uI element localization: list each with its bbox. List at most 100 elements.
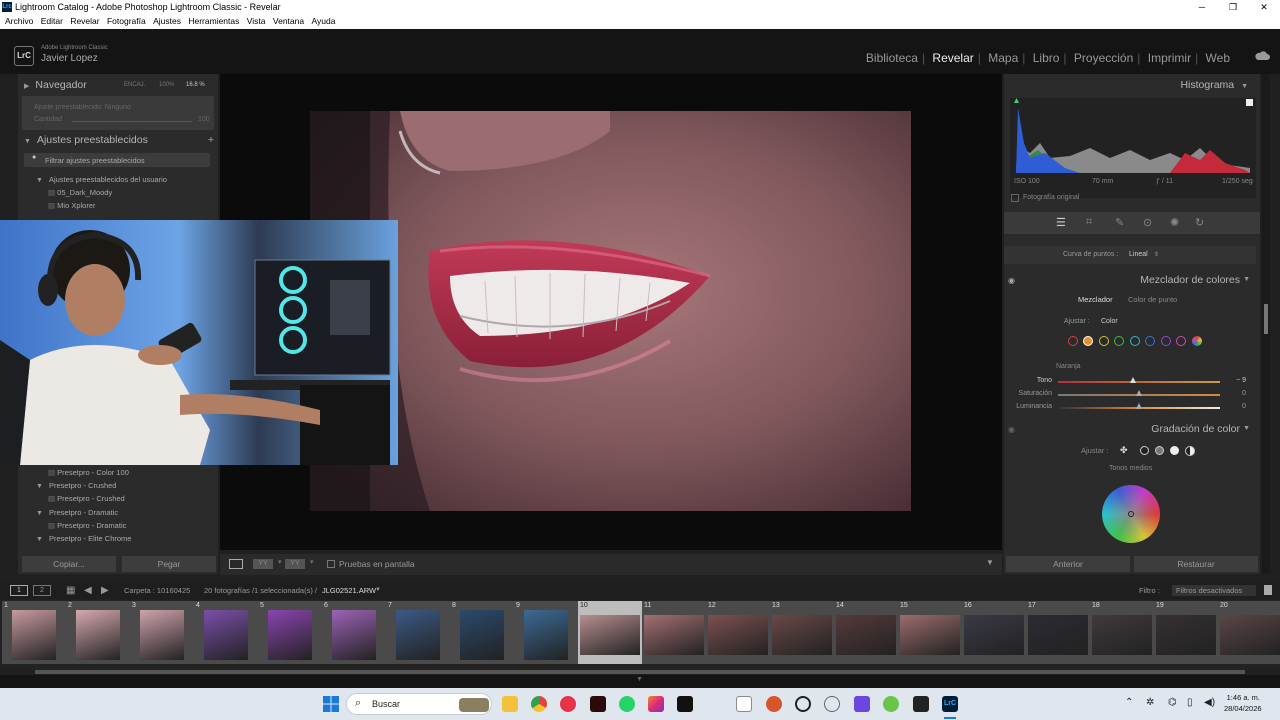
grid-icon[interactable]: ▦ xyxy=(66,582,75,599)
swatch-aqua[interactable] xyxy=(1130,336,1140,346)
masking-icon[interactable]: ✺ xyxy=(1170,216,1179,229)
preset-item[interactable]: ▤ 05_Dark_Moody xyxy=(48,188,112,197)
zoom-fit[interactable]: ENCAJ. xyxy=(124,76,145,94)
three-way-icon[interactable]: ✤ xyxy=(1120,445,1128,456)
filmstrip-thumbnail[interactable]: 18 xyxy=(1090,601,1154,664)
copy-button[interactable]: Copiar... xyxy=(22,556,116,572)
filmstrip-thumbnail[interactable]: 10 xyxy=(578,601,642,664)
clock-time[interactable]: 1:46 a. m. xyxy=(1226,693,1260,702)
healing-icon[interactable]: ✎ xyxy=(1115,216,1124,229)
filmstrip-thumbnail[interactable]: 2 xyxy=(66,601,130,664)
filmstrip-thumbnail[interactable]: 3 xyxy=(130,601,194,664)
chevron-down-icon[interactable]: ▾ xyxy=(310,558,314,566)
filter-presets-field[interactable]: ● Filtrar ajustes preestablecidos xyxy=(24,153,210,167)
media-player-icon[interactable] xyxy=(560,696,576,712)
cloud-icon[interactable] xyxy=(1254,51,1270,61)
filmstrip-thumbnail[interactable]: 5 xyxy=(258,601,322,664)
scrollbar-thumb[interactable] xyxy=(1264,304,1268,334)
user-presets-group[interactable]: ▼ Ajustes preestablecidos del usuario xyxy=(36,175,167,184)
claude-icon[interactable] xyxy=(766,696,782,712)
menu-ajustes[interactable]: Ajustes xyxy=(153,14,181,29)
amount-slider[interactable] xyxy=(72,121,192,122)
module-proyeccion[interactable]: Proyección xyxy=(1070,51,1137,65)
crop-icon[interactable]: ⌗ xyxy=(1086,216,1092,229)
swatch-green[interactable] xyxy=(1114,336,1124,346)
chevron-up-icon[interactable]: ⌃ xyxy=(1125,697,1133,708)
volume-icon[interactable]: ◀) xyxy=(1204,697,1215,708)
display-2-button[interactable]: 2 xyxy=(33,585,51,596)
reset-button[interactable]: Restaurar xyxy=(1134,556,1258,572)
preset-item[interactable]: ▤ Presetpro - Crushed xyxy=(48,494,125,503)
taskbar-search[interactable]: ⌕ Buscar xyxy=(346,693,492,715)
module-biblioteca[interactable]: Biblioteca xyxy=(862,51,922,65)
notepad-icon[interactable] xyxy=(736,696,752,712)
module-mapa[interactable]: Mapa xyxy=(984,51,1022,65)
menu-herramientas[interactable]: Herramientas xyxy=(188,14,239,29)
lightroom-taskbar-icon[interactable]: LrC xyxy=(942,696,958,712)
minimize-button[interactable]: ─ xyxy=(1186,0,1218,14)
menu-ventana[interactable]: Ventana xyxy=(273,14,304,29)
transform-icon[interactable]: ↻ xyxy=(1195,216,1204,229)
swap-view-icon[interactable]: YY xyxy=(285,559,305,569)
meet-icon[interactable]: ✲ xyxy=(1146,697,1154,708)
filename[interactable]: JLG02521.ARW xyxy=(322,582,376,599)
filmstrip-thumbnail[interactable]: 13 xyxy=(770,601,834,664)
luminance-slider-thumb[interactable] xyxy=(1136,403,1142,409)
davinci-icon[interactable] xyxy=(590,696,606,712)
filmstrip-thumbnail[interactable]: 9 xyxy=(514,601,578,664)
menu-ayuda[interactable]: Ayuda xyxy=(311,14,335,29)
hue-slider[interactable] xyxy=(1058,377,1220,383)
toolbar-menu-icon[interactable]: ▼ xyxy=(986,558,994,567)
luminance-slider[interactable] xyxy=(1058,403,1220,409)
module-libro[interactable]: Libro xyxy=(1029,51,1064,65)
preset-group[interactable]: ▼ Presetpro - Elite Chrome xyxy=(36,534,131,543)
app-icon[interactable] xyxy=(913,696,929,712)
filmstrip-thumbnail[interactable]: 4 xyxy=(194,601,258,664)
swatch-yellow[interactable] xyxy=(1099,336,1109,346)
chatgpt-icon[interactable] xyxy=(795,696,811,712)
tab-mixer[interactable]: Mezclador xyxy=(1078,295,1113,304)
preset-item[interactable]: ▤ Mio Xplorer xyxy=(48,201,96,210)
phone-icon[interactable]: ▯ xyxy=(1187,697,1193,708)
red-eye-icon[interactable]: ⊙ xyxy=(1143,216,1152,229)
filmstrip-thumbnail[interactable]: 6 xyxy=(322,601,386,664)
preset-item[interactable]: ▤ Presetpro - Color 100 xyxy=(48,468,129,477)
instagram-icon[interactable] xyxy=(648,696,664,712)
swatch-blue[interactable] xyxy=(1145,336,1155,346)
presets-header[interactable]: ▼ Ajustes preestablecidos + xyxy=(24,131,218,149)
filmstrip-thumbnail[interactable]: 16 xyxy=(962,601,1026,664)
saturation-value[interactable]: 0 xyxy=(1224,390,1246,397)
swatch-purple[interactable] xyxy=(1161,336,1171,346)
mixer-adjust-value[interactable]: Color xyxy=(1101,318,1118,325)
color-mixer-header[interactable]: ◉ Mezclador de colores ▼ xyxy=(1008,271,1256,289)
filmstrip-thumbnail[interactable]: 1 xyxy=(2,601,66,664)
swatch-red[interactable] xyxy=(1068,336,1078,346)
paste-button[interactable]: Pegar xyxy=(122,556,216,572)
main-photo[interactable] xyxy=(310,111,911,511)
eye-icon[interactable]: ◉ xyxy=(1008,425,1015,434)
chevron-down-icon[interactable]: ▾ xyxy=(278,558,282,566)
module-imprimir[interactable]: Imprimir xyxy=(1144,51,1195,65)
filter-lock-icon[interactable] xyxy=(1264,585,1272,595)
zoom-100[interactable]: 100% xyxy=(159,76,174,94)
capcut-icon[interactable] xyxy=(677,696,693,712)
network-icon[interactable]: ⌬ xyxy=(1168,697,1177,708)
line-icon[interactable] xyxy=(883,696,899,712)
shadows-icon[interactable] xyxy=(1140,446,1149,455)
color-wheel[interactable] xyxy=(1102,485,1160,543)
file-explorer-icon[interactable] xyxy=(502,696,518,712)
hue-slider-thumb[interactable] xyxy=(1129,377,1136,383)
histogram-header[interactable]: Histograma ▼ xyxy=(1180,76,1254,94)
edit-app-icon[interactable] xyxy=(854,696,870,712)
close-button[interactable]: ✕ xyxy=(1248,0,1280,14)
filmstrip-thumbnail[interactable]: 17 xyxy=(1026,601,1090,664)
filmstrip-thumbnail[interactable]: 15 xyxy=(898,601,962,664)
color-wheel-handle[interactable] xyxy=(1128,511,1134,517)
global-icon[interactable] xyxy=(1185,446,1195,456)
point-curve-value[interactable]: Lineal xyxy=(1129,251,1148,258)
clock-date[interactable]: 28/04/2026 xyxy=(1224,704,1262,713)
original-photo-checkbox[interactable] xyxy=(1011,194,1019,202)
right-scrollbar[interactable] xyxy=(1262,74,1270,574)
navigator-header[interactable]: ▶ Navegador ENCAJ. 100% 16.8 % xyxy=(24,76,218,94)
tab-point-color[interactable]: Color de punto xyxy=(1128,295,1177,304)
